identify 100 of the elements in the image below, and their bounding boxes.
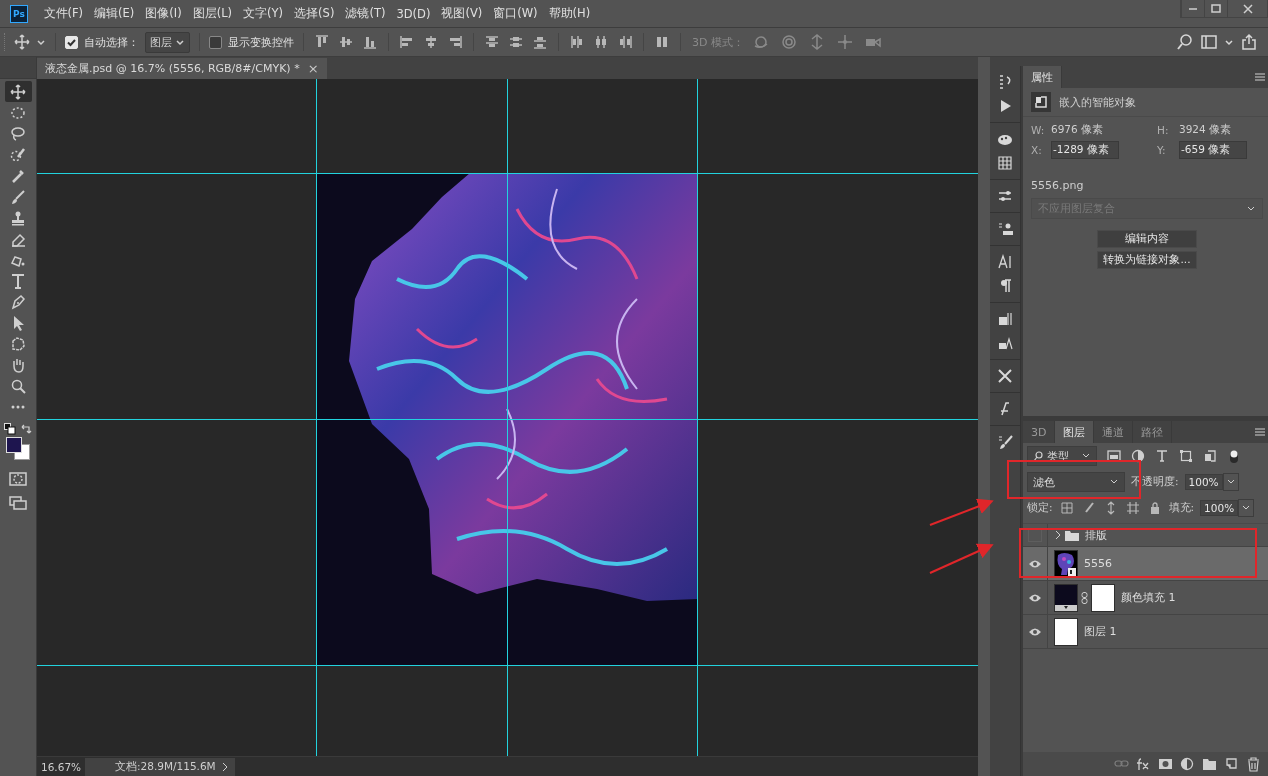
character-icon[interactable] [997, 254, 1013, 270]
effects-icon[interactable] [1136, 756, 1151, 772]
menu-item[interactable]: 帮助(H) [543, 6, 596, 21]
add-mask-icon[interactable] [1158, 756, 1173, 772]
document-tab[interactable]: 液态金属.psd @ 16.7% (5556, RGB/8#/CMYK) * × [37, 58, 327, 79]
align-left-icon[interactable] [399, 34, 415, 50]
mask-thumbnail[interactable] [1091, 583, 1115, 612]
caret-icon [175, 37, 185, 47]
blend-mode-dropdown[interactable]: 滤色 [1027, 472, 1125, 492]
align-top-icon[interactable] [314, 34, 330, 50]
distribute-bottom-icon[interactable] [532, 34, 548, 50]
x-field[interactable]: -1289 像素 [1051, 141, 1119, 159]
menu-item[interactable]: 文字(Y) [237, 6, 289, 21]
minimize-icon [1188, 7, 1198, 10]
close-tab-button[interactable]: × [307, 61, 319, 76]
align-center-icon[interactable] [423, 34, 439, 50]
align-middle-icon[interactable] [338, 34, 354, 50]
menu-item[interactable]: 文件(F) [38, 6, 89, 21]
tool-button[interactable] [4, 81, 32, 102]
properties-tab[interactable]: 属性 [1023, 66, 1062, 88]
panel-tab[interactable]: 路径 [1133, 421, 1173, 443]
custom-shape-icon [10, 335, 26, 352]
folder-icon [1065, 529, 1079, 541]
pixel-filter-icon[interactable] [1107, 449, 1121, 463]
panel-menu-icon[interactable] [1255, 73, 1265, 81]
annotation-arrow [929, 543, 994, 574]
target-dropdown[interactable]: 图层 [145, 31, 190, 53]
menu-item[interactable]: 窗口(W) [487, 6, 544, 21]
panel-menu-icon[interactable] [1255, 428, 1265, 436]
search-icon[interactable] [1176, 33, 1194, 51]
panel-button[interactable]: 转换为链接对象... [1097, 251, 1197, 269]
checkbox[interactable] [209, 35, 222, 49]
eye-icon[interactable] [1028, 626, 1042, 637]
brush-settings-icon[interactable] [997, 434, 1013, 450]
app-logo: Ps [10, 4, 28, 23]
fill-field[interactable]: 100% [1200, 500, 1239, 516]
menu-item[interactable]: 图层(L) [187, 6, 238, 21]
character-styles-icon[interactable] [997, 335, 1013, 351]
layer-row[interactable]: 图层 1 [1023, 615, 1268, 649]
grid-icon[interactable] [997, 155, 1013, 171]
distribute-right-icon[interactable] [617, 34, 633, 50]
menu-item[interactable]: 视图(V) [435, 6, 488, 21]
panel-tab[interactable]: 通道 [1094, 421, 1134, 443]
trash-icon[interactable] [1246, 756, 1261, 772]
layer-row[interactable]: 5556 [1023, 547, 1268, 581]
eye-icon[interactable] [1028, 592, 1042, 603]
workspace-icon[interactable] [1200, 33, 1218, 51]
panel-tab[interactable]: 图层 [1055, 421, 1095, 443]
link-icon[interactable] [1081, 591, 1088, 604]
visibility-toggle[interactable] [1028, 528, 1042, 542]
fill-layer-thumbnail[interactable] [1054, 583, 1078, 612]
menu-item[interactable]: 编辑(E) [88, 6, 140, 21]
field-label: Y: [1157, 144, 1167, 156]
distribute-middle-icon[interactable] [508, 34, 524, 50]
adjustments-icon[interactable] [997, 188, 1013, 204]
share-icon[interactable] [1240, 33, 1258, 51]
menu-item[interactable]: 选择(S) [288, 6, 340, 21]
smart-filter-icon[interactable] [1203, 449, 1217, 463]
height-value: 3924 像素 [1179, 123, 1233, 137]
move-icon[interactable] [14, 34, 30, 50]
align-bottom-icon[interactable] [362, 34, 378, 50]
type-filter-icon[interactable] [1155, 449, 1169, 463]
distribute-top-icon[interactable] [484, 34, 500, 50]
history-icon[interactable] [997, 74, 1013, 90]
paragraph-styles-icon[interactable] [997, 311, 1013, 327]
shape-filter-icon[interactable] [1179, 449, 1193, 463]
eye-icon[interactable] [1028, 558, 1042, 569]
opacity-field[interactable]: 100% [1184, 474, 1223, 490]
menu-item[interactable]: 3D(D) [390, 6, 436, 21]
color-swatches-drawing[interactable] [5, 437, 31, 461]
move-icon [10, 83, 26, 100]
lock-artboard-icon[interactable] [1125, 501, 1140, 515]
document-info[interactable]: 文档:28.9M/115.6M [85, 757, 216, 776]
menu-item[interactable]: 图像(I) [139, 6, 188, 21]
zoom-level[interactable]: 16.67% [37, 760, 86, 773]
distribute-left-icon[interactable] [569, 34, 585, 50]
smart-object-thumbnail[interactable] [1054, 549, 1078, 578]
stamp-list-icon[interactable] [997, 221, 1013, 237]
filter-toggle-icon[interactable] [1227, 449, 1241, 463]
chevron-right-icon[interactable] [1054, 530, 1062, 540]
width-value: 6976 像素 [1051, 123, 1105, 137]
file-name: 5556.png [1030, 178, 1085, 194]
screen-mode-icon[interactable] [9, 495, 27, 511]
distribute-center-icon[interactable] [593, 34, 609, 50]
tools-icon[interactable] [997, 368, 1013, 384]
lock-transparency-icon[interactable] [1059, 501, 1074, 515]
distribute-spacing-icon[interactable] [654, 34, 670, 50]
layer-thumbnail[interactable] [1054, 617, 1078, 646]
swap-icon[interactable] [20, 423, 32, 435]
align-right-icon[interactable] [447, 34, 463, 50]
layer-row[interactable]: 颜色填充 1 [1023, 581, 1268, 615]
y-field[interactable]: -659 像素 [1179, 141, 1247, 159]
new-layer-icon[interactable] [1224, 756, 1239, 772]
new-group-icon[interactable] [1202, 756, 1217, 772]
adjustment-filter-icon[interactable] [1131, 449, 1145, 463]
default-colors-icon[interactable] [4, 423, 16, 435]
quick-mask-icon[interactable] [9, 471, 27, 487]
menu-item[interactable]: 滤镜(T) [339, 6, 391, 21]
adjustment-layer-icon[interactable] [1180, 756, 1195, 772]
panel-button[interactable]: 编辑内容 [1097, 230, 1197, 248]
